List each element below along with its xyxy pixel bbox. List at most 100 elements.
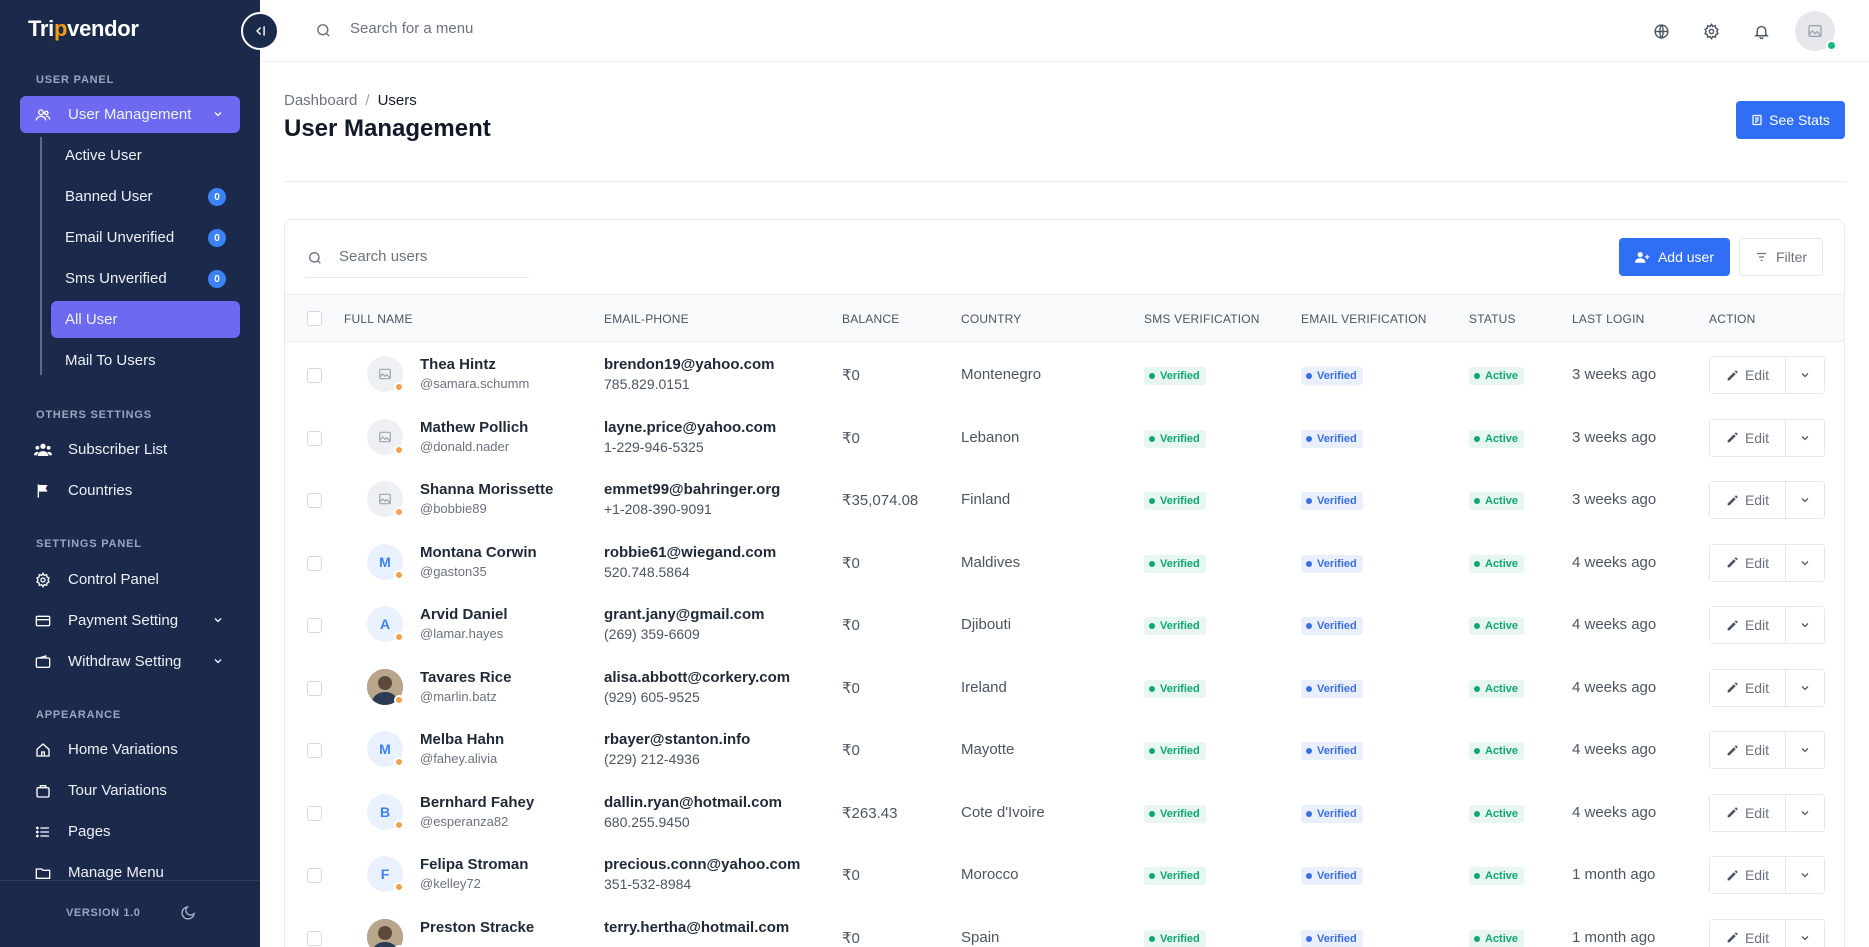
- sidebar-item-email-unverified[interactable]: Email Unverified 0: [51, 219, 240, 256]
- user-full-name[interactable]: Melba Hahn: [420, 731, 504, 748]
- user-balance: ₹0: [842, 679, 860, 697]
- col-status[interactable]: STATUS: [1469, 312, 1516, 326]
- last-login: 4 weeks ago: [1572, 553, 1657, 571]
- sidebar-item-tour-variations[interactable]: Tour Variations: [20, 772, 240, 809]
- sidebar-collapse-button[interactable]: [241, 12, 279, 50]
- user-full-name[interactable]: Thea Hintz: [420, 356, 496, 373]
- col-last-login[interactable]: LAST LOGIN: [1572, 312, 1644, 326]
- bell-icon[interactable]: [1751, 21, 1771, 41]
- user-full-name[interactable]: Preston Stracke: [420, 919, 534, 936]
- sidebar-item-payment-setting[interactable]: Payment Setting: [20, 602, 240, 639]
- section-label-settings-panel: SETTINGS PANEL: [36, 538, 142, 550]
- user-country: Morocco: [961, 866, 1019, 883]
- row-checkbox[interactable]: [307, 493, 322, 508]
- col-full-name[interactable]: FULL NAME: [344, 312, 413, 326]
- user-full-name[interactable]: Tavares Rice: [420, 669, 511, 686]
- edit-button[interactable]: Edit: [1710, 794, 1786, 831]
- brand-logo[interactable]: Tripvendor: [28, 16, 139, 42]
- row-checkbox[interactable]: [307, 743, 322, 758]
- edit-button[interactable]: Edit: [1710, 732, 1786, 768]
- folder-icon: [34, 864, 52, 882]
- sidebar-item-subscriber-list[interactable]: Subscriber List: [20, 431, 240, 468]
- user-full-name[interactable]: Arvid Daniel: [420, 606, 508, 623]
- email-verification-badge: Verified: [1301, 804, 1363, 823]
- section-label-user-panel: USER PANEL: [36, 74, 115, 86]
- sidebar-item-user-management[interactable]: User Management: [20, 96, 240, 133]
- add-user-button[interactable]: Add user: [1619, 238, 1730, 276]
- user-full-name[interactable]: Bernhard Fahey: [420, 794, 534, 811]
- moon-icon[interactable]: [180, 905, 196, 926]
- chevron-down-icon: [1801, 435, 1809, 440]
- sidebar-item-control-panel[interactable]: Control Panel: [20, 561, 240, 598]
- actions-dropdown-button[interactable]: [1786, 482, 1824, 518]
- row-checkbox[interactable]: [307, 805, 322, 821]
- email-verification-badge: Verified: [1301, 679, 1363, 698]
- sidebar-item-home-variations[interactable]: Home Variations: [20, 731, 240, 768]
- actions-dropdown-button[interactable]: [1786, 669, 1824, 706]
- row-checkbox[interactable]: [307, 680, 322, 696]
- sidebar-item-all-user[interactable]: All User: [51, 301, 240, 338]
- user-phone: (269) 359-6609: [604, 626, 700, 642]
- edit-button[interactable]: Edit: [1710, 857, 1786, 893]
- gear-icon[interactable]: [1701, 21, 1721, 41]
- avatar: [367, 481, 404, 517]
- user-country: Ireland: [961, 678, 1007, 696]
- col-sms-verification[interactable]: SMS VERIFICATION: [1144, 312, 1260, 326]
- user-full-name[interactable]: Shanna Morissette: [420, 481, 553, 498]
- sidebar-item-countries[interactable]: Countries: [20, 472, 240, 509]
- sidebar-item-sms-unverified[interactable]: Sms Unverified 0: [51, 260, 240, 297]
- row-checkbox[interactable]: [307, 430, 322, 446]
- col-balance[interactable]: BALANCE: [842, 312, 899, 326]
- actions-dropdown-button[interactable]: [1786, 732, 1824, 768]
- actions-dropdown-button[interactable]: [1786, 919, 1824, 947]
- col-email-phone[interactable]: EMAIL-PHONE: [604, 312, 689, 326]
- edit-button[interactable]: Edit: [1710, 482, 1786, 518]
- col-country[interactable]: COUNTRY: [961, 312, 1022, 326]
- chevron-down-icon: [1801, 873, 1809, 878]
- row-actions: Edit: [1709, 856, 1825, 894]
- edit-button[interactable]: Edit: [1710, 669, 1786, 706]
- actions-dropdown-button[interactable]: [1786, 544, 1824, 581]
- sms-verification-badge: Verified: [1144, 804, 1206, 823]
- chevron-down-icon: [1801, 498, 1809, 503]
- last-login: 3 weeks ago: [1572, 428, 1657, 446]
- edit-button[interactable]: Edit: [1710, 544, 1786, 581]
- actions-dropdown-button[interactable]: [1786, 419, 1824, 456]
- edit-button[interactable]: Edit: [1710, 419, 1786, 456]
- user-phone: +1-208-390-9091: [604, 501, 712, 517]
- row-checkbox[interactable]: [307, 930, 322, 946]
- user-email: dallin.ryan@hotmail.com: [604, 793, 782, 811]
- user-search-input[interactable]: [305, 236, 529, 278]
- sms-verification-badge: Verified: [1144, 554, 1206, 573]
- globe-icon[interactable]: [1651, 21, 1671, 41]
- edit-button[interactable]: Edit: [1710, 607, 1786, 643]
- sidebar-item-withdraw-setting[interactable]: Withdraw Setting: [20, 643, 240, 680]
- actions-dropdown-button[interactable]: [1786, 857, 1824, 893]
- edit-button[interactable]: Edit: [1710, 357, 1786, 393]
- user-full-name[interactable]: Mathew Pollich: [420, 419, 528, 436]
- col-email-verification[interactable]: EMAIL VERIFICATION: [1301, 312, 1427, 326]
- actions-dropdown-button[interactable]: [1786, 607, 1824, 643]
- email-verification-badge: Verified: [1301, 742, 1363, 760]
- menu-search-input[interactable]: [350, 20, 750, 37]
- edit-button[interactable]: Edit: [1710, 919, 1786, 947]
- sidebar-item-mail-to-users[interactable]: Mail To Users: [51, 342, 240, 379]
- user-avatar[interactable]: [1795, 11, 1837, 51]
- sidebar-item-active-user[interactable]: Active User: [51, 137, 240, 174]
- row-checkbox[interactable]: [307, 368, 322, 383]
- see-stats-button[interactable]: See Stats: [1736, 101, 1845, 139]
- actions-dropdown-button[interactable]: [1786, 357, 1824, 393]
- actions-dropdown-button[interactable]: [1786, 794, 1824, 831]
- select-all-checkbox[interactable]: [307, 311, 322, 326]
- row-checkbox[interactable]: [307, 618, 322, 633]
- filter-button[interactable]: Filter: [1739, 238, 1823, 276]
- row-checkbox[interactable]: [307, 555, 322, 571]
- avatar: [367, 356, 404, 392]
- row-checkbox[interactable]: [307, 868, 322, 883]
- sidebar-item-pages[interactable]: Pages: [20, 813, 240, 850]
- breadcrumb-dashboard-link[interactable]: Dashboard: [284, 92, 357, 109]
- sidebar-item-banned-user[interactable]: Banned User 0: [51, 178, 240, 215]
- user-full-name[interactable]: Montana Corwin: [420, 544, 537, 561]
- email-verification-badge: Verified: [1301, 492, 1363, 510]
- user-full-name[interactable]: Felipa Stroman: [420, 856, 528, 873]
